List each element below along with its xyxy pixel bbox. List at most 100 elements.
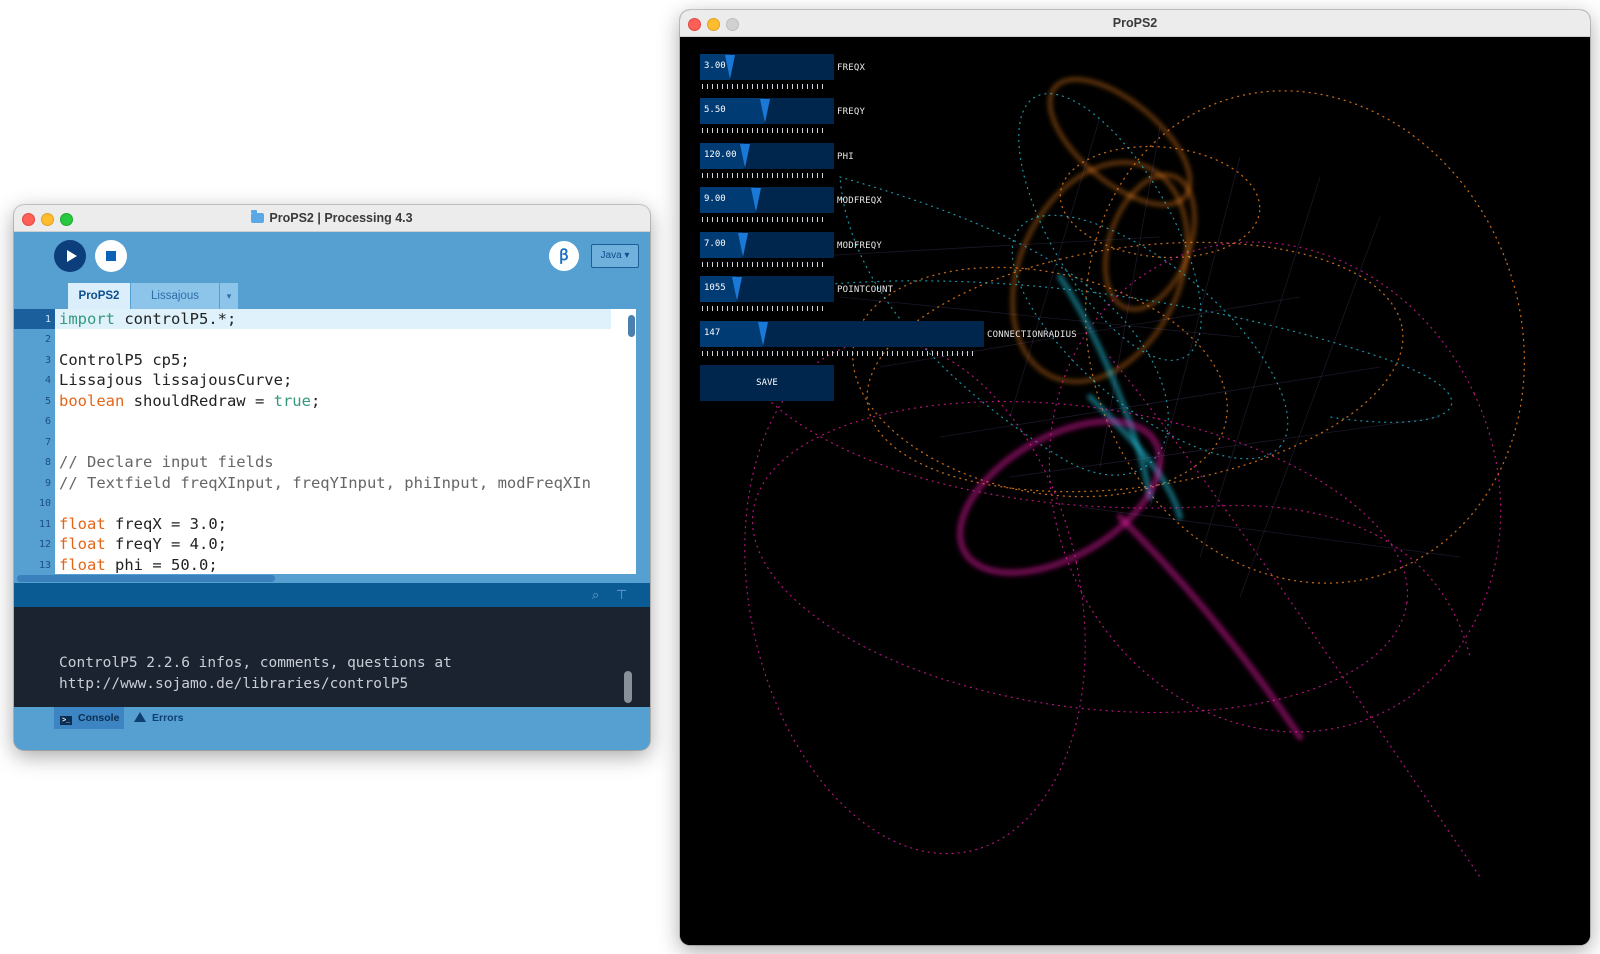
line-number: 6: [44, 416, 51, 427]
code-literal: true: [273, 392, 311, 410]
warning-icon: [134, 712, 146, 722]
slider-ticks: [702, 84, 824, 89]
slider-label: FREQX: [837, 63, 866, 73]
editor-horizontal-thumb[interactable]: [17, 575, 275, 582]
editor-status-bar: ⌕ ⊤: [14, 583, 650, 607]
errors-tab[interactable]: Errors: [134, 707, 204, 729]
code-line-11: float freqX = 3.0;: [59, 514, 619, 534]
debug-button[interactable]: ꞵ: [549, 241, 579, 271]
code-text: phi = 50.0;: [105, 556, 218, 574]
slider-freqx[interactable]: 3.00: [700, 54, 834, 80]
code-text: shouldRedraw =: [124, 392, 274, 410]
slider-handle[interactable]: [738, 233, 748, 257]
slider-label: POINTCOUNT: [837, 285, 894, 295]
slider-ticks: [702, 306, 824, 311]
slider-label: MODFREQX: [837, 196, 882, 206]
search-icon[interactable]: ⌕: [592, 587, 599, 603]
code-line-12: float freqY = 4.0;: [59, 534, 619, 554]
code-line-3: ControlP5 cp5;: [59, 351, 190, 369]
code-text: controlP5.*;: [115, 310, 237, 328]
slider-label: PHI: [837, 152, 854, 162]
code-line-4: Lissajous lissajousCurve;: [59, 371, 293, 389]
line-number: 11: [38, 519, 51, 530]
slider-modfreqx[interactable]: 9.00: [700, 187, 834, 213]
slider-ticks: [702, 351, 974, 356]
line-number: 9: [44, 478, 51, 489]
ide-titlebar: ProPS2 | Processing 4.3: [14, 205, 650, 232]
slider-pointcount[interactable]: 1055: [700, 276, 834, 302]
code-line-13: float phi = 50.0;: [59, 555, 619, 575]
ide-window-title: ProPS2 | Processing 4.3: [14, 210, 650, 225]
mode-selector[interactable]: Java ▾: [591, 244, 639, 268]
terminal-icon: >_: [60, 716, 72, 725]
slider-label: CONNECTIONRADIUS: [987, 330, 1077, 340]
code-line-8: // Declare input fields: [59, 453, 274, 471]
code-text: ;: [310, 392, 321, 410]
sketch-window: ProPS2 3.00 FREQX 5.50 FREQY 120.00 PHI …: [680, 10, 1590, 945]
line-number: 4: [44, 375, 51, 386]
line-number: 5: [44, 396, 51, 407]
line-number: 7: [44, 437, 51, 448]
slider-modfreqy[interactable]: 7.00: [700, 232, 834, 258]
slider-value: 3.00: [704, 61, 726, 71]
sketch-canvas[interactable]: 3.00 FREQX 5.50 FREQY 120.00 PHI 9.00 MO…: [680, 37, 1590, 945]
slider-handle[interactable]: [732, 277, 742, 301]
slider-phi[interactable]: 120.00: [700, 143, 834, 169]
slider-label: FREQY: [837, 107, 866, 117]
slider-value: 1055: [704, 283, 726, 293]
code-text: freqY = 4.0;: [105, 535, 227, 553]
tab-menu-button[interactable]: ▾: [220, 283, 238, 309]
editor-scroll-thumb[interactable]: [628, 315, 635, 337]
slider-ticks: [702, 173, 824, 178]
slider-handle[interactable]: [758, 322, 768, 346]
slider-handle[interactable]: [740, 144, 750, 168]
line-number: 10: [38, 498, 51, 509]
save-button[interactable]: SAVE: [700, 365, 834, 401]
slider-value: 5.50: [704, 105, 726, 115]
console-line: http://www.sojamo.de/libraries/controlP5: [59, 676, 409, 692]
console-scroll-thumb[interactable]: [624, 671, 632, 703]
slider-value: 7.00: [704, 239, 726, 249]
slider-value: 120.00: [704, 150, 737, 160]
sketch-window-title: ProPS2: [1112, 16, 1158, 30]
line-number: 1: [44, 314, 51, 325]
slider-handle[interactable]: [760, 99, 770, 123]
line-number: 3: [44, 355, 51, 366]
line-number: 2: [44, 334, 51, 345]
line-number: 13: [38, 560, 51, 571]
code-text: freqX = 3.0;: [105, 515, 227, 533]
code-editor[interactable]: 1 2 3 4 5 6 7 8 9 10 11 12 13 import con…: [14, 309, 636, 574]
editor-vertical-scrollbar[interactable]: [611, 309, 636, 574]
slider-handle[interactable]: [725, 55, 735, 79]
slider-ticks: [702, 262, 824, 267]
editor-horizontal-scrollbar[interactable]: [14, 574, 636, 583]
tab-props2[interactable]: ProPS2: [68, 283, 130, 309]
console-footer: >_ Console Errors: [14, 707, 650, 750]
code-line-9: // Textfield freqXInput, freqYInput, phi…: [59, 474, 591, 492]
code-keyword: import: [59, 310, 115, 328]
slider-connectionradius[interactable]: 147: [700, 321, 984, 347]
sketch-titlebar: ProPS2: [680, 10, 1590, 37]
slider-ticks: [702, 217, 824, 222]
line-number-gutter: 1 2 3 4 5 6 7 8 9 10 11 12 13: [14, 309, 55, 574]
slider-freqy[interactable]: 5.50: [700, 98, 834, 124]
ide-toolbar: ꞵ Java ▾: [14, 232, 650, 282]
code-keyword: float: [59, 515, 106, 533]
run-button[interactable]: [54, 240, 86, 272]
slider-handle[interactable]: [751, 188, 761, 212]
console-tab-label: Console: [78, 712, 120, 724]
line-number: 8: [44, 457, 51, 468]
stop-button[interactable]: [95, 240, 127, 272]
console-output: ControlP5 2.2.6 infos, comments, questio…: [14, 607, 650, 707]
console-line: ControlP5 2.2.6 infos, comments, questio…: [59, 655, 452, 671]
controlp5-panel: 3.00 FREQX 5.50 FREQY 120.00 PHI 9.00 MO…: [680, 37, 1080, 437]
ide-window-title-text: ProPS2 | Processing 4.3: [269, 211, 413, 225]
collapse-console-icon[interactable]: ⊤: [616, 587, 627, 603]
slider-value: 147: [704, 328, 721, 338]
line-number: 12: [38, 539, 51, 550]
console-tab[interactable]: >_ Console: [54, 707, 124, 729]
slider-value: 9.00: [704, 194, 726, 204]
processing-ide-window: ProPS2 | Processing 4.3 ꞵ Java ▾ ProPS2 …: [14, 205, 650, 750]
slider-label: MODFREQY: [837, 241, 882, 251]
tab-lissajous[interactable]: Lissajous: [131, 283, 219, 309]
